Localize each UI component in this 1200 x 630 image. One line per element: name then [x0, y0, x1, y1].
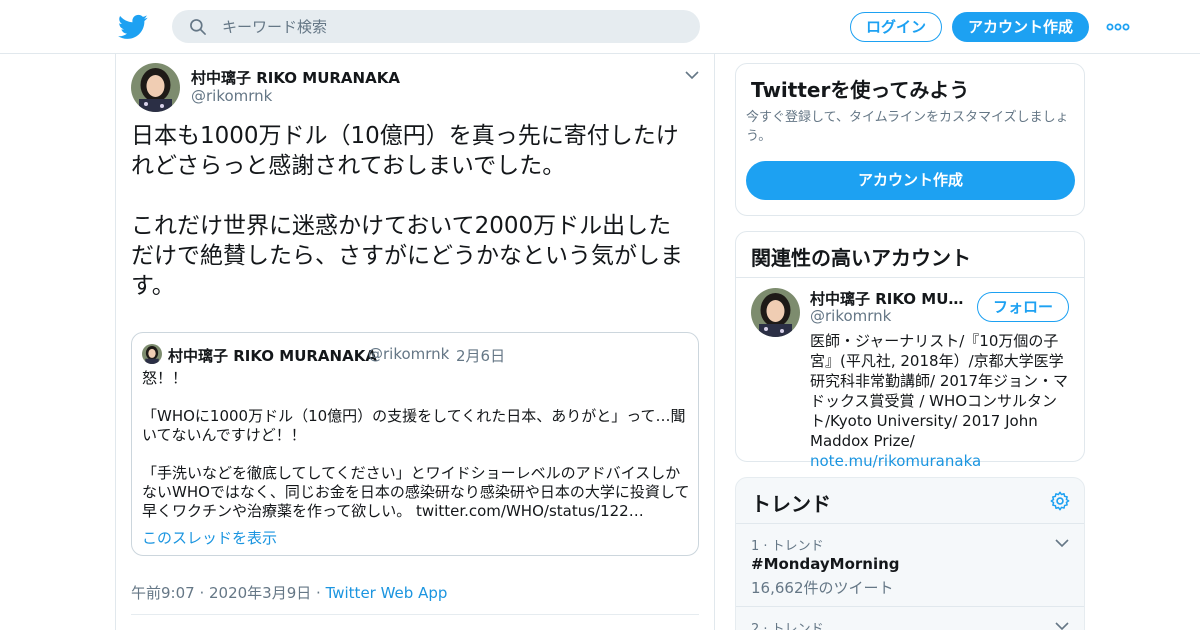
top-bar: ログイン アカウント作成	[0, 0, 1200, 54]
signup-button[interactable]: アカウント作成	[952, 12, 1089, 42]
quoted-separator: ·	[445, 342, 450, 360]
author-name[interactable]: 村中璃子 RIKO MURANAKA	[191, 67, 400, 88]
chevron-down-icon[interactable]	[684, 68, 700, 82]
related-avatar[interactable]	[751, 288, 800, 337]
tweet-source-link[interactable]: Twitter Web App	[326, 584, 448, 602]
bio-link[interactable]: note.mu/rikomuranaka	[810, 452, 981, 470]
search-icon	[190, 19, 206, 35]
divider	[736, 523, 1084, 524]
quoted-avatar	[142, 344, 162, 364]
avatar[interactable]	[131, 63, 180, 112]
tweet-column: 村中璃子 RIKO MURANAKA @rikomrnk 日本も1000万ドル（…	[115, 54, 715, 630]
show-thread-link[interactable]: このスレッドを表示	[142, 527, 277, 548]
signup-prompt-card: Twitterを使ってみよう 今すぐ登録して、タイムラインをカスタマイズしましょ…	[735, 63, 1085, 216]
card-title: Twitterを使ってみよう	[751, 78, 970, 102]
quoted-text: 怒！！ 「WHOに1000万ドル（10億円）の支援をしてくれた日本、ありがと」っ…	[142, 369, 690, 520]
chevron-down-icon[interactable]	[1054, 620, 1070, 630]
divider	[131, 614, 699, 615]
card-title: 関連性の高いアカウント	[751, 246, 971, 270]
search-box[interactable]	[172, 10, 700, 43]
divider	[736, 606, 1084, 607]
twitter-bird-icon[interactable]	[118, 12, 148, 42]
quoted-date: 2月6日	[456, 347, 506, 365]
trends-card: トレンド 1 · トレンド #MondayMorning 16,662件のツイー…	[735, 477, 1085, 630]
search-input[interactable]	[222, 10, 682, 43]
trend-rank: 2 · トレンド	[751, 622, 824, 630]
bio-text: 医師・ジャーナリスト/『10万個の子宮』(平凡社, 2018年）/京都大学医学研…	[810, 332, 1068, 450]
tweet-timestamp[interactable]: 午前9:07 · 2020年3月9日	[131, 584, 311, 602]
trend-tag[interactable]: #MondayMorning	[751, 555, 900, 573]
card-description: 今すぐ登録して、タイムラインをカスタマイズしましょう。	[746, 110, 1069, 144]
tweet-text: 日本も1000万ドル（10億円）を真っ先に寄付したけれどさらっと感謝されておしま…	[131, 123, 683, 299]
tweet-metadata: 午前9:07 · 2020年3月9日 · Twitter Web App	[131, 582, 447, 603]
trend-rank: 1 · トレンド	[751, 539, 824, 554]
related-account-handle[interactable]: @rikomrnk	[810, 307, 891, 325]
more-options-icon[interactable]	[1106, 18, 1130, 36]
login-button[interactable]: ログイン	[850, 12, 942, 42]
chevron-down-icon[interactable]	[1054, 537, 1070, 549]
source-separator: ·	[311, 584, 326, 602]
gear-icon[interactable]	[1049, 490, 1071, 512]
author-handle[interactable]: @rikomrnk	[191, 87, 272, 105]
follow-button[interactable]: フォロー	[977, 292, 1069, 322]
create-account-button[interactable]: アカウント作成	[746, 161, 1075, 200]
trend-tweet-count: 16,662件のツイート	[751, 579, 894, 597]
related-account-name[interactable]: 村中璃子 RIKO MURANAKA	[810, 288, 970, 309]
related-accounts-card: 関連性の高いアカウント 村中璃子 RIKO MURANAKA @rikomrnk…	[735, 231, 1085, 470]
quoted-tweet[interactable]: 村中璃子 RIKO MURANAKA @rikomrnk · 2月6日 怒！！ …	[131, 332, 699, 556]
divider	[736, 277, 1084, 278]
quoted-author-name: 村中璃子 RIKO MURANAKA	[168, 347, 377, 365]
quoted-author-handle: @rikomrnk	[368, 345, 450, 363]
card-title: トレンド	[751, 492, 831, 516]
related-account-bio: 医師・ジャーナリスト/『10万個の子宮』(平凡社, 2018年）/京都大学医学研…	[810, 331, 1072, 471]
